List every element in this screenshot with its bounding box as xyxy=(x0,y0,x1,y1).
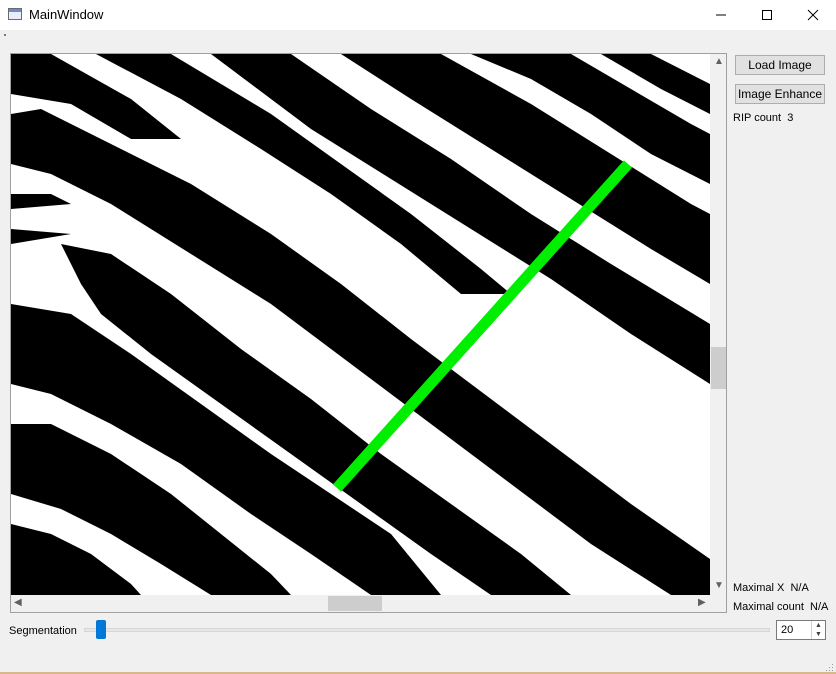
menu-handle xyxy=(4,34,6,36)
scroll-left-icon[interactable]: ◀ xyxy=(14,598,22,608)
maximal-count-label: Maximal count N/A xyxy=(733,601,828,613)
vertical-scrollbar[interactable] xyxy=(710,54,726,595)
maximal-x-text: Maximal X xyxy=(733,582,785,594)
close-button[interactable] xyxy=(790,0,836,30)
maximal-count-text: Maximal count xyxy=(733,601,804,613)
segmentation-label: Segmentation xyxy=(9,625,77,637)
scroll-corner xyxy=(710,595,726,612)
segmentation-slider-handle[interactable] xyxy=(96,620,106,639)
scroll-right-icon[interactable]: ▶ xyxy=(698,598,706,608)
image-enhance-button[interactable]: Image Enhance xyxy=(735,84,825,104)
scroll-up-icon[interactable]: ▲ xyxy=(714,57,724,67)
rip-count-label: RIP count 3 xyxy=(733,112,793,124)
fingerprint-image[interactable] xyxy=(11,54,710,595)
maximal-count-value: N/A xyxy=(810,601,829,613)
maximize-button[interactable] xyxy=(744,0,790,30)
spin-up-icon[interactable]: ▲ xyxy=(811,621,825,630)
rip-count-value: 3 xyxy=(787,112,794,124)
maximal-x-label: Maximal X N/A xyxy=(733,582,809,594)
segmentation-slider-track[interactable] xyxy=(84,628,770,632)
rip-count-text: RIP count xyxy=(733,112,782,124)
vertical-scroll-thumb[interactable] xyxy=(711,347,726,389)
segmentation-spinbox[interactable]: 20 ▲ ▼ xyxy=(776,620,826,640)
title-bar: MainWindow xyxy=(0,0,836,30)
window-title: MainWindow xyxy=(29,7,104,22)
menu-bar xyxy=(0,30,836,40)
resize-grip-icon[interactable] xyxy=(826,664,834,672)
minimize-button[interactable] xyxy=(698,0,744,30)
load-image-button[interactable]: Load Image xyxy=(735,55,825,75)
segmentation-value[interactable]: 20 xyxy=(781,624,793,636)
stripe-pattern xyxy=(11,54,710,595)
minimize-icon xyxy=(716,14,726,16)
scroll-down-icon[interactable]: ▼ xyxy=(714,581,724,591)
horizontal-scroll-thumb[interactable] xyxy=(328,596,382,611)
spin-down-icon[interactable]: ▼ xyxy=(811,630,825,639)
app-window-icon xyxy=(8,8,22,20)
maximal-x-value: N/A xyxy=(790,582,809,594)
close-icon xyxy=(807,9,819,21)
maximize-icon xyxy=(762,10,772,20)
